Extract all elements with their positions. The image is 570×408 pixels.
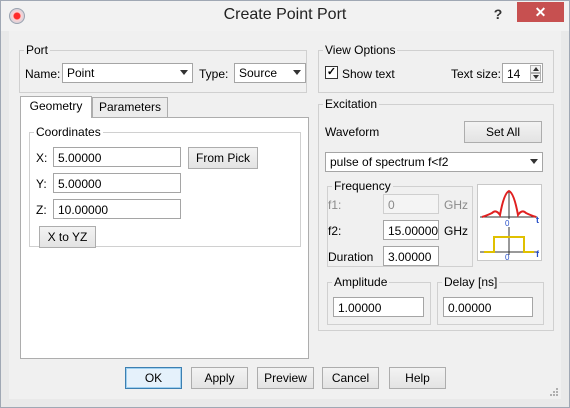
chevron-down-icon (293, 70, 301, 75)
name-value: Point (67, 66, 95, 80)
preview-button[interactable]: Preview (257, 367, 314, 389)
spin-up-icon[interactable] (530, 65, 541, 73)
duration-label: Duration (328, 250, 374, 264)
excitation-group-label: Excitation (325, 97, 378, 111)
time-origin-label: 0 (505, 219, 510, 228)
z-field[interactable]: 10.00000 (53, 199, 181, 219)
name-combobox[interactable]: Point (62, 63, 193, 83)
tab-parameters[interactable]: Parameters (92, 97, 168, 117)
from-pick-button[interactable]: From Pick (188, 147, 258, 169)
f1-label: f1: (328, 198, 342, 212)
check-icon: ✓ (326, 66, 337, 78)
type-label: Type: (199, 67, 229, 81)
waveform-value: pulse of spectrum f<f2 (330, 155, 449, 169)
resize-grip-icon[interactable] (549, 387, 559, 397)
title-bar: Create Point Port ? ✕ (1, 1, 569, 31)
show-text-label: Show text (342, 67, 395, 81)
frequency-group-label: Frequency (334, 179, 391, 193)
cancel-button[interactable]: Cancel (322, 367, 379, 389)
f1-field[interactable]: 0 (383, 194, 439, 214)
port-group-label: Port (26, 43, 49, 57)
apply-button[interactable]: Apply (191, 367, 248, 389)
dialog-body: Port Name: Point Type: Source Geometry P… (9, 31, 561, 399)
f2-unit: GHz (444, 224, 468, 238)
x-field[interactable]: 5.00000 (53, 147, 181, 167)
show-text-checkbox[interactable]: ✓ (325, 66, 338, 79)
amplitude-group-label: Amplitude (334, 275, 388, 289)
f2-label: f2: (328, 224, 342, 238)
z-label: Z: (36, 203, 47, 217)
spin-down-icon[interactable] (530, 73, 541, 81)
text-size-value: 14 (507, 67, 521, 81)
waveform-preview-image: t 0 f 0 (477, 184, 542, 262)
y-label: Y: (36, 177, 47, 191)
window-title: Create Point Port (223, 6, 347, 23)
ok-button[interactable]: OK (125, 367, 182, 389)
coordinates-group-label: Coordinates (36, 125, 101, 139)
type-value: Source (239, 66, 278, 80)
help-icon[interactable]: ? (488, 6, 508, 24)
view-options-group-label: View Options (325, 43, 396, 57)
tab-geometry[interactable]: Geometry (20, 96, 92, 118)
f1-unit: GHz (444, 198, 468, 212)
delay-group-label: Delay [ns] (444, 275, 498, 289)
f2-field[interactable]: 15.00000 (383, 220, 439, 240)
chevron-down-icon (530, 159, 538, 164)
freq-origin-label: 0 (505, 253, 510, 260)
help-button[interactable]: Help (389, 367, 446, 389)
chevron-down-icon (180, 70, 188, 75)
amplitude-field[interactable]: 1.00000 (333, 297, 424, 317)
delay-field[interactable]: 0.00000 (443, 297, 533, 317)
set-all-button[interactable]: Set All (464, 121, 542, 143)
name-label: Name: (25, 67, 61, 81)
y-field[interactable]: 5.00000 (53, 173, 181, 193)
text-size-label: Text size: (451, 67, 502, 81)
type-combobox[interactable]: Source (234, 63, 306, 83)
x-to-yz-button[interactable]: X to YZ (39, 226, 96, 248)
create-point-port-dialog: Create Point Port ? ✕ Port Name: Point T… (0, 0, 570, 408)
duration-field[interactable]: 3.00000 (383, 246, 439, 266)
waveform-preview-graphic: t 0 f 0 (480, 189, 540, 262)
waveform-label: Waveform (325, 125, 380, 139)
time-axis-label: t (536, 215, 539, 225)
text-size-spinbox[interactable]: 14 (502, 63, 543, 83)
close-button[interactable]: ✕ (517, 2, 564, 22)
waveform-combobox[interactable]: pulse of spectrum f<f2 (325, 152, 543, 172)
x-label: X: (36, 151, 48, 165)
freq-axis-label: f (536, 249, 540, 259)
